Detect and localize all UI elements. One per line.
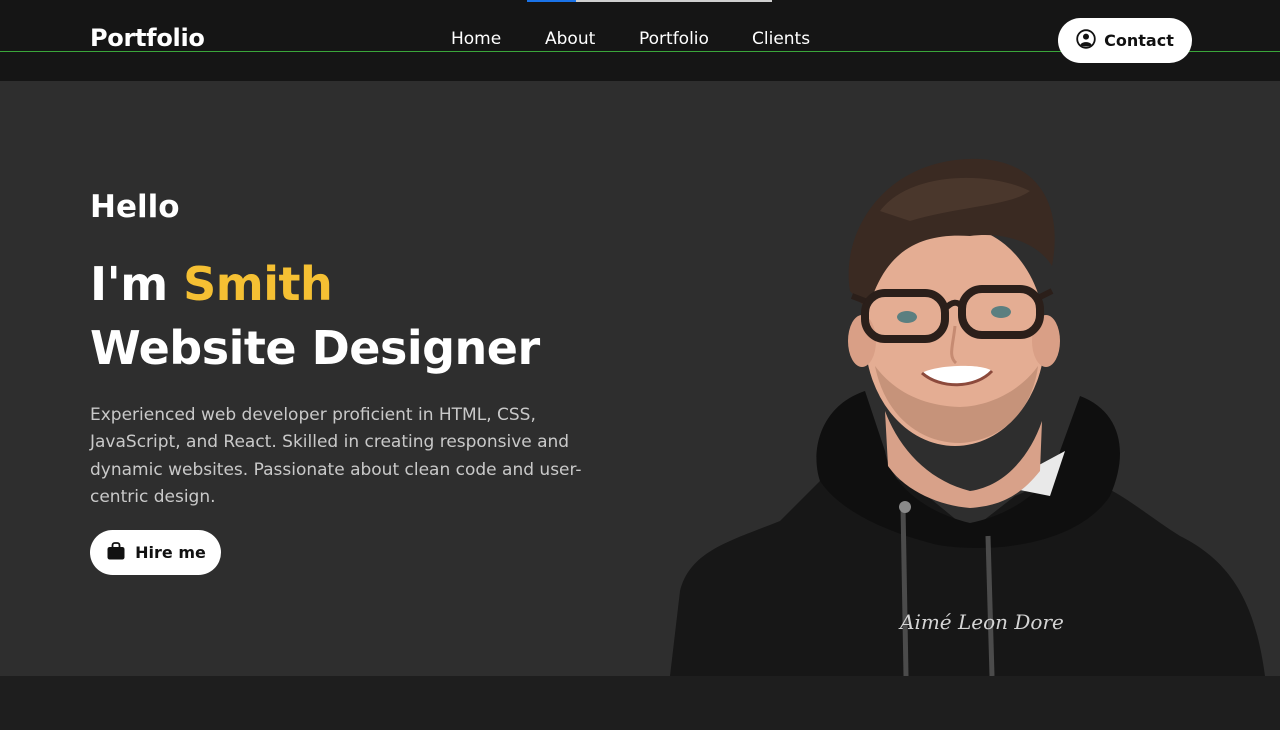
- nav-link-home[interactable]: Home: [451, 29, 501, 49]
- hero-intro-heading: I'm Smith: [90, 257, 333, 311]
- hero-role: Website Designer: [90, 321, 540, 375]
- hero-section: Hello I'm Smith Website Designer Experie…: [0, 81, 1280, 676]
- page-footer-strip: [0, 676, 1280, 730]
- nav-link-portfolio[interactable]: Portfolio: [639, 29, 709, 49]
- top-navigation-bar: Portfolio Home About Portfolio Clients C…: [0, 0, 1280, 81]
- profile-photo: Aimé Leon Dore: [670, 158, 1265, 676]
- hire-me-button[interactable]: Hire me: [90, 530, 221, 575]
- hero-description: Experienced web developer proficient in …: [90, 405, 582, 507]
- nav-link-about[interactable]: About: [545, 29, 595, 49]
- contact-button[interactable]: Contact: [1058, 18, 1192, 63]
- hoodie-print-text: Aimé Leon Dore: [898, 610, 1064, 634]
- contact-button-label: Contact: [1104, 31, 1174, 50]
- hero-intro-prefix: I'm: [90, 257, 184, 311]
- page-loading-progress: [527, 0, 772, 2]
- nav-link-clients[interactable]: Clients: [752, 29, 810, 49]
- hero-greeting: Hello: [90, 189, 180, 225]
- briefcase-icon: [105, 540, 127, 566]
- hero-name: Smith: [183, 257, 333, 311]
- user-circle-icon: [1076, 28, 1096, 53]
- page-loading-progress-fill: [527, 0, 576, 2]
- brand-logo[interactable]: Portfolio: [90, 24, 205, 52]
- hire-me-label: Hire me: [135, 543, 206, 562]
